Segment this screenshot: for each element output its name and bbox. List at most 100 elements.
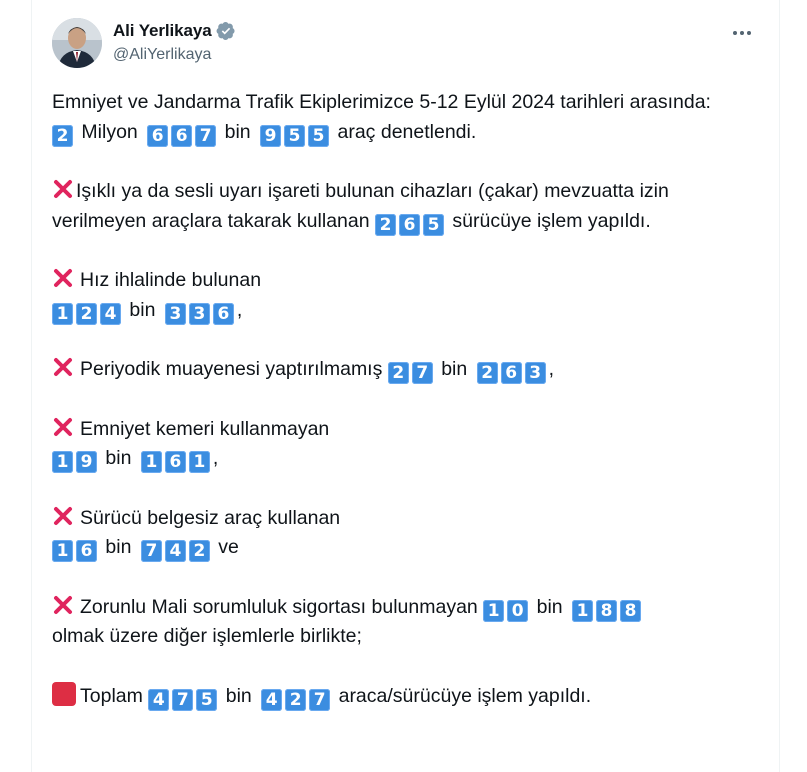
keycap-number: 27 [387,358,436,384]
cakar-paragraph: Işıklı ya da sesli uyarı işareti bulunan… [52,177,762,236]
thousands-label: bin [105,536,132,558]
cross-mark-icon [52,178,74,200]
keycap-digit-emoji: 6 [171,124,193,147]
keycap-digit-emoji: 3 [524,362,546,384]
thousands-label: bin [225,684,252,707]
keycap-digit-emoji: 1 [572,599,594,622]
keycap-number: 188 [572,596,644,622]
keycap-number: 427 [261,685,333,711]
keycap-digit-emoji: 7 [309,688,331,711]
avatar[interactable] [52,18,102,68]
license-paragraph: Sürücü belgesiz araç kullanan 16 bin 742… [52,504,762,563]
keycap-digit-emoji: 5 [196,688,218,711]
total-suffix: araca/sürücüye işlem yapıldı. [338,684,592,707]
cross-mark-icon [52,416,74,438]
red-square-icon [52,681,76,706]
keycap-digit-emoji: 4 [100,302,121,325]
keycap-digit-emoji: 6 [500,362,522,384]
tweet-header: Ali Yerlikaya @AliYerlikaya [52,18,763,70]
punctuation: , [236,298,243,321]
keycap-number: 742 [140,536,213,562]
inspection-label: Periyodik muayenesi yaptırılmamış [80,358,383,380]
keycap-digit-emoji: 5 [284,124,306,147]
keycap-digit-emoji: 1 [483,599,505,622]
tweet-card: Ali Yerlikaya @AliYerlikaya Emniyet ve J… [31,0,780,772]
keycap-digit-emoji: 1 [188,451,210,473]
keycap-number: 336 [164,299,237,325]
seatbelt-paragraph: Emniyet kemeri kullanmayan 19 bin 161, [52,415,762,474]
author-display-name[interactable]: Ali Yerlikaya [113,21,212,41]
keycap-digit-emoji: 4 [148,688,170,711]
keycap-digit-emoji: 6 [164,451,186,473]
keycap-digit-emoji: 7 [411,362,433,384]
keycap-number: 10 [483,596,531,622]
keycap-number: 265 [375,210,447,236]
keycap-digit-emoji: 5 [308,124,330,147]
keycap-digit-emoji: 0 [507,599,529,622]
thousands-label: bin [105,447,132,469]
thousands-label: bin [536,595,563,618]
keycap-digit-emoji: 7 [195,124,217,147]
punctuation: , [548,358,555,380]
keycap-digit-emoji: 2 [76,302,97,325]
author-handle[interactable]: @AliYerlikaya [113,46,211,64]
keycap-digit-emoji: 4 [261,688,283,711]
keycap-digit-emoji: 1 [52,302,73,325]
keycap-digit-emoji: 4 [164,540,186,562]
seatbelt-label: Emniyet kemeri kullanmayan [80,417,330,440]
keycap-digit-emoji: 2 [387,362,409,384]
keycap-digit-emoji: 8 [596,599,618,622]
avatar-image [52,18,102,68]
keycap-digit-emoji: 6 [147,124,169,147]
cross-mark-icon [52,267,74,289]
keycap-number: 263 [476,358,549,384]
author-name-row: Ali Yerlikaya [113,21,236,41]
total-paragraph: Toplam 475 bin 427 araca/sürücüye işlem … [52,681,762,712]
keycap-digit-emoji: 2 [285,688,307,711]
punctuation: , [212,447,219,469]
keycap-digit-emoji: 7 [140,540,162,562]
speed-label: Hız ihlalinde bulunan [80,269,262,291]
total-label: Toplam [80,684,143,707]
keycap-digit-emoji: 5 [423,213,444,236]
keycap-number: 667 [147,121,219,147]
speed-paragraph: Hız ihlalinde bulunan 124 bin 336, [52,266,762,325]
intro-line: Emniyet ve Jandarma Trafik Ekiplerimizce… [52,91,711,113]
keycap-digit-emoji: 6 [212,302,234,325]
keycap-digit-emoji: 1 [140,451,162,473]
keycap-digit-emoji: 7 [172,688,194,711]
more-options-icon[interactable] [727,20,757,46]
insurance-label: Zorunlu Mali sorumluluk sigortası bulunm… [80,595,478,618]
license-label: Sürücü belgesiz araç kullanan [80,506,341,529]
keycap-digit-emoji: 1 [52,540,73,562]
conjunction: ve [218,536,239,558]
keycap-digit-emoji: 3 [164,302,186,325]
keycap-number: 124 [52,299,124,325]
cross-mark-icon [52,505,74,527]
thousands-label: bin [224,120,251,143]
intro-paragraph: Emniyet ve Jandarma Trafik Ekiplerimizce… [52,88,762,147]
intro-suffix: araç denetlendi. [337,120,477,143]
keycap-number: 19 [52,447,100,473]
thousands-label: bin [441,358,468,380]
keycap-digit-emoji: 2 [52,124,73,147]
millions-label: Milyon [81,120,138,143]
keycap-digit-emoji: 9 [76,451,97,473]
tweet-text: Emniyet ve Jandarma Trafik Ekiplerimizce… [52,88,762,711]
cross-mark-icon [52,356,74,378]
cross-mark-icon [52,594,74,616]
keycap-digit-emoji: 1 [52,451,73,473]
insurance-line2: olmak üzere diğer işlemlerle birlikte; [52,625,362,647]
keycap-number: 475 [148,685,220,711]
keycap-digit-emoji: 6 [76,540,97,562]
cakar-suffix: sürücüye işlem yapıldı. [452,209,651,232]
inspection-paragraph: Periyodik muayenesi yaptırılmamış 27 bin… [52,355,762,385]
keycap-number: 16 [52,536,100,562]
keycap-digit-emoji: 3 [188,302,210,325]
insurance-paragraph: Zorunlu Mali sorumluluk sigortası bulunm… [52,593,762,652]
keycap-number: 161 [140,447,213,473]
keycap-digit-emoji: 2 [188,540,210,562]
keycap-digit-emoji: 8 [620,599,642,622]
keycap-digit-emoji: 6 [399,213,420,236]
verified-badge-icon [216,21,236,41]
